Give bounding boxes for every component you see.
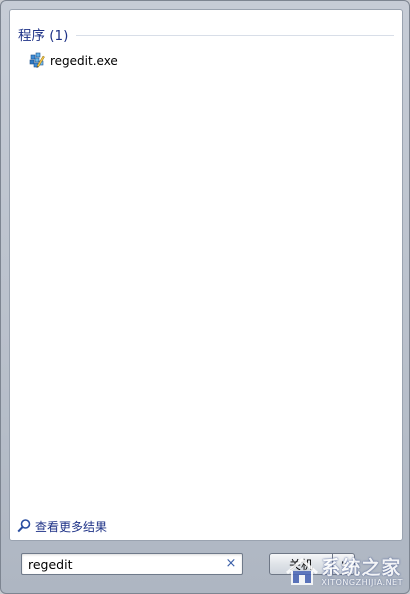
- result-item-regedit[interactable]: regedit.exe: [28, 50, 118, 72]
- watermark-name: 系统之家: [321, 556, 402, 579]
- registry-editor-icon: [28, 52, 46, 70]
- search-input-value: regedit: [28, 557, 73, 572]
- see-more-results-link[interactable]: 查看更多结果: [16, 516, 107, 536]
- search-input[interactable]: regedit ×: [21, 553, 243, 575]
- watermark-url: XITONGZHIJIA.NET: [321, 577, 403, 587]
- site-watermark: 系统之家 XITONGZHIJIA.NET: [285, 557, 403, 587]
- search-results-pane: 程序 (1) regedit.exe 查看更多结果: [9, 9, 403, 541]
- programs-group-header: 程序 (1): [18, 24, 394, 44]
- result-item-label: regedit.exe: [50, 54, 118, 68]
- search-icon: [16, 518, 32, 534]
- group-divider: [76, 34, 394, 36]
- start-menu: 程序 (1) regedit.exe 查看更多结果 regedit × 关机 系…: [0, 0, 410, 594]
- clear-search-icon[interactable]: ×: [225, 557, 237, 571]
- see-more-label: 查看更多结果: [35, 519, 108, 534]
- programs-group-title: 程序 (1): [18, 28, 69, 44]
- house-logo-icon: [286, 558, 319, 585]
